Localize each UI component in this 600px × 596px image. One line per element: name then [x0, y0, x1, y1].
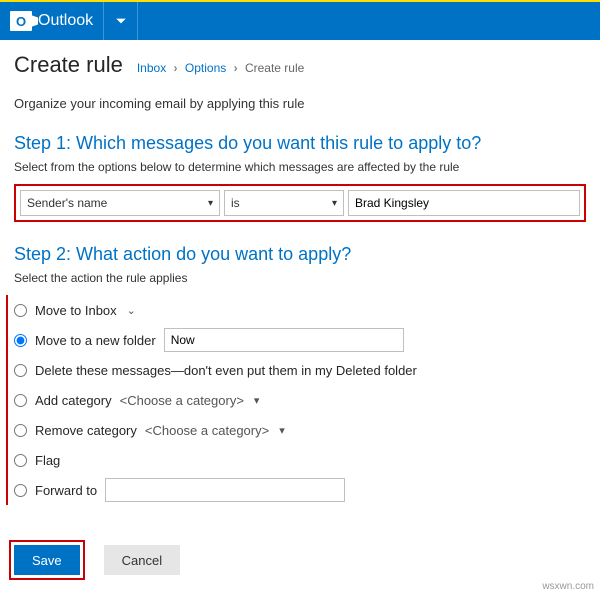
breadcrumb-inbox[interactable]: Inbox — [137, 61, 166, 75]
intro-text: Organize your incoming email by applying… — [14, 96, 586, 111]
condition-value-input[interactable] — [348, 190, 580, 216]
condition-value-field[interactable] — [355, 196, 573, 210]
step1-heading: Step 1: Which messages do you want this … — [14, 133, 586, 154]
step2-heading: Step 2: What action do you want to apply… — [14, 244, 586, 265]
option-label: Flag — [35, 453, 60, 468]
chevron-down-icon[interactable]: ⌄ — [127, 304, 136, 317]
option-label: Move to Inbox — [35, 303, 117, 318]
step2-sub: Select the action the rule applies — [14, 271, 586, 285]
step1-condition-row: Sender's name ▾ is ▾ — [14, 184, 586, 222]
forward-to-input[interactable] — [105, 478, 345, 502]
chevron-right-icon: › — [174, 61, 178, 75]
radio-delete[interactable] — [14, 364, 27, 377]
caret-down-icon[interactable]: ▾ — [279, 424, 285, 437]
option-move-inbox[interactable]: Move to Inbox ⌄ — [14, 295, 586, 325]
action-options: Move to Inbox ⌄ Move to a new folder Del… — [6, 295, 586, 505]
cancel-button[interactable]: Cancel — [104, 545, 180, 575]
option-label: Delete these messages—don't even put the… — [35, 363, 417, 378]
category-placeholder: <Choose a category> — [120, 393, 244, 408]
app-name: Outlook — [38, 12, 93, 30]
condition-field-value: Sender's name — [27, 196, 107, 210]
save-button[interactable]: Save — [14, 545, 80, 575]
option-label: Add category — [35, 393, 112, 408]
app-menu-dropdown[interactable] — [104, 2, 138, 40]
breadcrumb-options[interactable]: Options — [185, 61, 226, 75]
radio-add-category[interactable] — [14, 394, 27, 407]
new-folder-name-input[interactable] — [164, 328, 404, 352]
chevron-right-icon: › — [234, 61, 238, 75]
category-placeholder: <Choose a category> — [145, 423, 269, 438]
chevron-down-icon — [115, 15, 127, 27]
radio-flag[interactable] — [14, 454, 27, 467]
condition-operator-dropdown[interactable]: is ▾ — [224, 190, 344, 216]
option-label: Forward to — [35, 483, 97, 498]
button-row: Save Cancel — [14, 545, 586, 575]
caret-down-icon: ▾ — [208, 198, 213, 209]
option-remove-category[interactable]: Remove category <Choose a category> ▾ — [14, 415, 586, 445]
option-flag[interactable]: Flag — [14, 445, 586, 475]
option-move-new-folder[interactable]: Move to a new folder — [14, 325, 586, 355]
option-label: Move to a new folder — [35, 333, 156, 348]
radio-forward-to[interactable] — [14, 484, 27, 497]
outlook-icon: O — [10, 11, 32, 31]
app-logo[interactable]: O Outlook — [0, 2, 104, 40]
radio-remove-category[interactable] — [14, 424, 27, 437]
app-topbar: O Outlook — [0, 0, 600, 40]
radio-move-new-folder[interactable] — [14, 334, 27, 347]
breadcrumb-current: Create rule — [245, 61, 304, 75]
option-add-category[interactable]: Add category <Choose a category> ▾ — [14, 385, 586, 415]
caret-down-icon[interactable]: ▾ — [254, 394, 260, 407]
condition-operator-value: is — [231, 196, 240, 210]
caret-down-icon: ▾ — [332, 198, 337, 209]
option-delete[interactable]: Delete these messages—don't even put the… — [14, 355, 586, 385]
radio-move-inbox[interactable] — [14, 304, 27, 317]
option-forward-to[interactable]: Forward to — [14, 475, 586, 505]
step1-sub: Select from the options below to determi… — [14, 160, 586, 174]
watermark: wsxwn.com — [542, 581, 594, 592]
option-label: Remove category — [35, 423, 137, 438]
breadcrumb: Inbox › Options › Create rule — [137, 61, 304, 75]
condition-field-dropdown[interactable]: Sender's name ▾ — [20, 190, 220, 216]
page-title: Create rule — [14, 52, 123, 78]
